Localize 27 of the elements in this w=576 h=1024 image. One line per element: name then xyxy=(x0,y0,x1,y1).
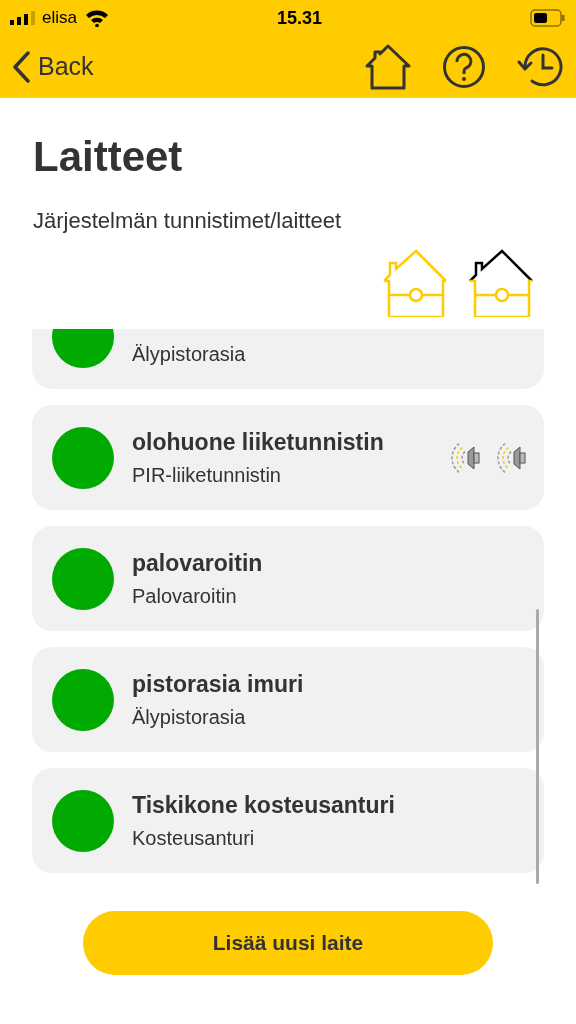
page-subtitle: Järjestelmän tunnistimet/laitteet xyxy=(32,207,343,235)
device-card[interactable]: pistorasia imuri Älypistorasia xyxy=(32,647,544,752)
chevron-left-icon xyxy=(12,50,30,83)
page-title: Laitteet xyxy=(32,136,184,178)
device-type: Älypistorasia xyxy=(132,704,247,730)
device-type: Kosteusanturi xyxy=(132,825,256,851)
device-type: Älypistorasia xyxy=(132,341,247,367)
device-name: palovaroitin xyxy=(132,549,264,579)
device-name: Tiskikone kosteusanturi xyxy=(132,791,396,821)
signal-icon xyxy=(10,11,36,25)
back-button[interactable]: Back xyxy=(12,47,94,86)
device-card[interactable]: palovaroitin Palovaroitin xyxy=(32,526,544,631)
device-type: Palovaroitin xyxy=(132,583,238,609)
battery-icon xyxy=(530,9,566,27)
device-card[interactable]: olohuone liiketunnistin PIR-liiketunnistin xyxy=(32,405,544,510)
device-card[interactable]: Tiskikone kosteusanturi Kosteusanturi xyxy=(32,768,544,873)
device-card[interactable]: Älypistorasia xyxy=(32,329,544,389)
device-name: olohuone liiketunnistin xyxy=(132,428,385,458)
device-type: PIR-liiketunnistin xyxy=(132,462,282,488)
device-name: pistorasia imuri xyxy=(132,670,305,700)
carrier-name: elisa xyxy=(42,7,77,30)
wifi-icon xyxy=(84,9,109,27)
home-icon[interactable] xyxy=(364,43,412,90)
help-icon[interactable] xyxy=(442,44,486,89)
add-device-button[interactable]: Lisää uusi laite xyxy=(83,911,493,975)
status-time: 15.31 xyxy=(275,6,323,30)
history-icon[interactable] xyxy=(516,44,564,89)
